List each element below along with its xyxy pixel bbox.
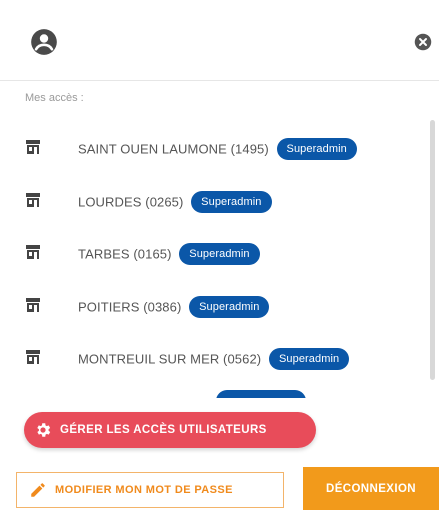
access-item-name: TARBES (0165) [78,246,172,262]
access-item-label: LOURDES (0265) Superadmin [78,191,272,214]
logout-button[interactable]: DÉCONNEXION [303,467,439,510]
manage-user-access-label: GÉRER LES ACCÈS UTILISATEURS [60,424,267,436]
access-item-name: POITIERS (0386) [78,299,182,315]
access-item-label: TARBES (0165) Superadmin [78,243,260,266]
list-scrollbar[interactable] [430,120,435,380]
store-icon [26,193,40,207]
change-password-button[interactable]: MODIFIER MON MOT DE PASSE [16,472,284,508]
access-item-label: POITIERS (0386) Superadmin [78,296,270,319]
access-item-label: MONTREUIL SUR MER (0562) Superadmin [78,348,350,371]
access-item[interactable]: LOURDES (0265) Superadmin [0,180,425,220]
header-divider [0,80,439,81]
close-circle-icon[interactable] [414,33,432,51]
access-item[interactable]: MONTREUIL SUR MER (0562) Superadmin [0,337,425,377]
account-circle-icon[interactable] [30,28,58,56]
access-item[interactable]: TARBES (0165) Superadmin [0,232,425,272]
store-icon [26,298,40,312]
top-bar [0,0,439,80]
access-item-name: LOURDES (0265) [78,194,184,210]
access-section-label: Mes accès : [25,92,84,104]
store-icon [26,350,40,364]
access-item-label: SAINT OUEN LAUMONE (1495) Superadmin [78,138,357,161]
gear-icon [37,423,51,437]
role-badge-partial [216,390,306,398]
access-item[interactable]: POITIERS (0386) Superadmin [0,285,425,325]
access-item-partial[interactable] [0,388,425,398]
access-item-name: MONTREUIL SUR MER (0562) [78,351,262,367]
access-item[interactable]: SAINT OUEN LAUMONE (1495) Superadmin [0,127,425,167]
access-list[interactable]: SAINT OUEN LAUMONE (1495) Superadmin LOU… [0,112,439,398]
role-badge: Superadmin [276,138,357,160]
manage-user-access-button[interactable]: GÉRER LES ACCÈS UTILISATEURS [24,412,316,448]
change-password-label: MODIFIER MON MOT DE PASSE [55,484,233,496]
access-item-name: SAINT OUEN LAUMONE (1495) [78,141,269,157]
logout-label: DÉCONNEXION [325,482,417,495]
pencil-icon [31,483,45,497]
role-badge: Superadmin [179,243,260,265]
role-badge: Superadmin [189,296,270,318]
role-badge: Superadmin [268,348,350,370]
store-icon [26,245,40,259]
role-badge: Superadmin [191,191,272,213]
store-icon [26,140,40,154]
